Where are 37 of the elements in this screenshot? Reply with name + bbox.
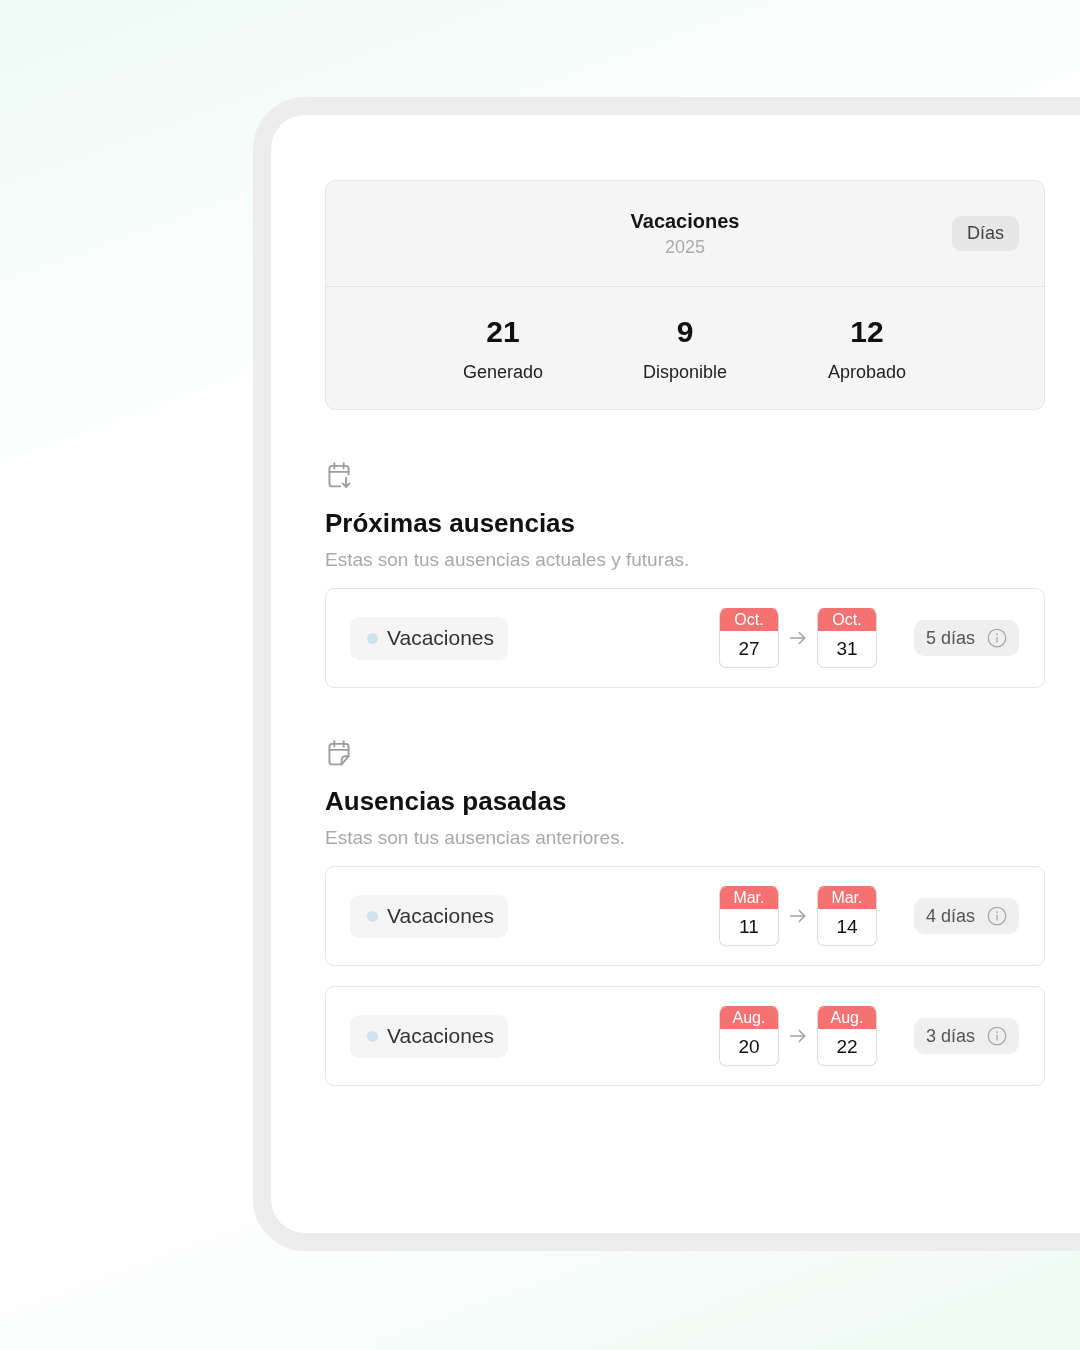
day-number: 31 bbox=[835, 637, 859, 661]
stat-label: Disponible bbox=[642, 361, 728, 384]
duration-label: 5 días bbox=[925, 627, 975, 649]
summary-year: 2025 bbox=[664, 235, 705, 259]
month-label: Oct. bbox=[719, 609, 778, 631]
day-number: 11 bbox=[738, 915, 760, 939]
month-label: Oct. bbox=[817, 609, 876, 631]
dot-icon bbox=[367, 632, 378, 644]
day-number: 14 bbox=[835, 915, 859, 939]
section-heading: Próximas ausencias bbox=[325, 507, 577, 539]
month-label: Mar. bbox=[719, 887, 778, 909]
day-number: 27 bbox=[737, 637, 761, 661]
absence-type-label: Vacaciones bbox=[387, 904, 494, 928]
month-label: Aug. bbox=[719, 1007, 778, 1029]
duration-label: 3 días bbox=[925, 1025, 975, 1047]
stat-label: Generado bbox=[462, 361, 544, 384]
unit-button[interactable]: Días bbox=[952, 216, 1019, 251]
month-label: Aug. bbox=[817, 1007, 876, 1029]
stat-label: Aprobado bbox=[827, 361, 907, 384]
info-icon[interactable] bbox=[987, 906, 1007, 926]
duration-label: 4 días bbox=[925, 905, 975, 927]
section-subtitle: Estas son tus ausencias anteriores. bbox=[325, 826, 626, 850]
dot-icon bbox=[367, 1030, 378, 1042]
info-icon[interactable] bbox=[987, 628, 1007, 648]
day-number: 20 bbox=[737, 1035, 761, 1059]
month-label: Mar. bbox=[817, 887, 876, 909]
section-subtitle: Estas son tus ausencias actuales y futuras. bbox=[325, 548, 691, 572]
dot-icon bbox=[367, 910, 378, 922]
stat-value: 12 bbox=[850, 314, 884, 350]
info-icon[interactable] bbox=[987, 1026, 1007, 1046]
absence-type-label: Vacaciones bbox=[387, 626, 494, 650]
stat-value: 21 bbox=[486, 314, 520, 350]
summary-title: Vacaciones bbox=[630, 208, 740, 234]
absence-type-label: Vacaciones bbox=[387, 1024, 494, 1048]
day-number: 22 bbox=[835, 1035, 859, 1059]
stat-value: 9 bbox=[676, 314, 694, 350]
section-heading: Ausencias pasadas bbox=[325, 785, 568, 817]
